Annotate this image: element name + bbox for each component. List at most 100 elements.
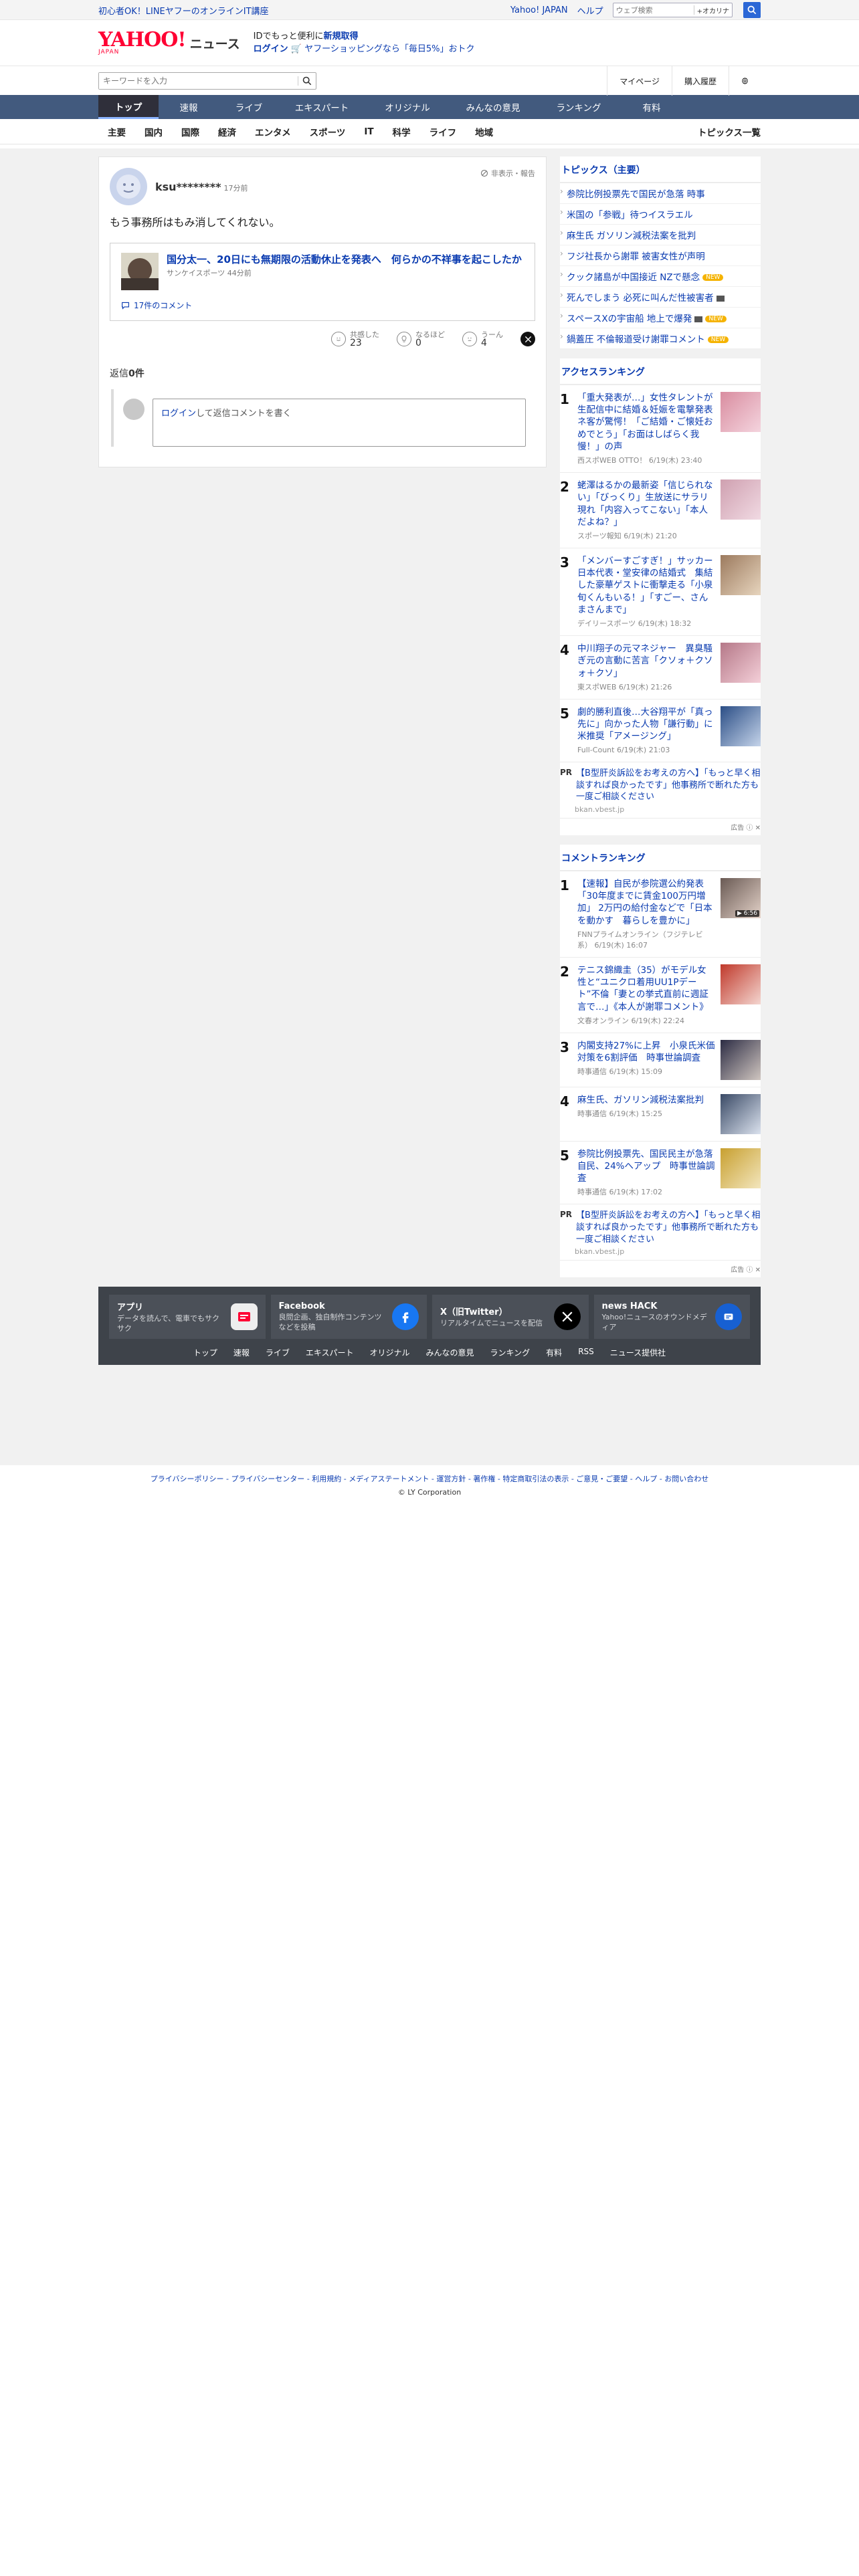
category-entertainment[interactable]: エンタメ [246,125,300,138]
ranking-item[interactable]: 1 「重大発表が…」女性タレントが生配信中に結婚＆妊娠を電撃発表 ネ客が驚愕！「… [560,385,761,473]
access-ranking-heading[interactable]: アクセスランキング [560,358,761,385]
rank-title: 「メンバーすごすぎ！」サッカー日本代表・堂安律の結婚式 集結した豪華ゲストに衝撃… [577,555,713,615]
related-article[interactable]: 国分太一、20日にも無期限の活動休止を発表へ 何らかの不祥事を起こしたか サンケ… [110,243,535,321]
reply-input[interactable]: ログインして返信コメントを書く [153,399,526,447]
share-x-button[interactable] [520,332,535,346]
ranking-item[interactable]: 4 麻生氏、ガソリン減税法案批判 時事通信 6/19(木) 15:25 [560,1087,761,1142]
keyword-search-button[interactable] [298,76,316,86]
web-search-button[interactable] [743,2,761,18]
category-science[interactable]: 科学 [383,125,420,138]
footer-link[interactable]: ライブ [266,1347,290,1358]
topic-item[interactable]: 鍋蓋圧 不倫報道受け謝罪コメントNEW [560,328,761,349]
login-link[interactable]: ログイン [254,44,288,54]
category-local[interactable]: 地域 [466,125,502,138]
rank-meta: 時事通信 6/19(木) 15:25 [577,1109,662,1118]
footer: アプリ データを読んで、電車でもサクサク Facebook 良問企画、独自制作コンテ… [98,1287,761,1366]
comment-user[interactable]: ksu******** 17分前 [155,181,248,193]
close-icon[interactable]: ✕ [755,1267,761,1274]
react-agree-button[interactable]: 共感した 23 [331,330,379,348]
footer-link[interactable]: オリジナル [370,1347,410,1358]
category-sports[interactable]: スポーツ [300,125,355,138]
ranking-item[interactable]: 4 中川翔子の元マネジャー 異臭騒ぎ元の言動に苦言「クソォ＋クソォ＋クソ」 東スポ… [560,636,761,700]
topic-text: 米国の「参戦」待つイスラエル [567,210,693,221]
react-hmm-button[interactable]: うーん 4 [462,330,503,348]
footer-app-card[interactable]: アプリ データを読んで、電車でもサクサク [109,1295,266,1339]
tab-opinions[interactable]: みんなの意見 [450,95,536,119]
footer-link[interactable]: トップ [193,1347,217,1358]
topic-item[interactable]: 米国の「参戦」待つイスラエル [560,204,761,225]
footer-newshack-card[interactable]: news HACK Yahoo!ニュースのオウンドメディア [593,1295,750,1339]
topic-item[interactable]: クック諸島が中国接近 NZで懸念NEW [560,266,761,287]
footer-link[interactable]: ニュース提供社 [610,1347,666,1358]
video-duration: ▶ 6:56 [735,910,759,918]
web-search-input[interactable] [613,5,694,15]
article-comments-link[interactable]: 17件のコメント [121,300,524,311]
tab-paid[interactable]: 有料 [622,95,682,119]
tab-top[interactable]: トップ [98,95,159,119]
smile-icon [331,332,346,346]
footer-link[interactable]: みんなの意見 [426,1347,474,1358]
tab-original[interactable]: オリジナル [365,95,450,119]
topic-item[interactable]: 麻生氏 ガソリン減税法案を批判 [560,225,761,245]
ranking-item[interactable]: 5 劇的勝利直後…大谷翔平が「真っ先に」向かった人物「謙行動」に米推奨「アメージ… [560,700,761,763]
yahoo-news-logo[interactable]: YAHOO! JAPAN ニュース [98,30,240,56]
legal-links[interactable]: プライバシーポリシー - プライバシーセンター - 利用規約 - メディアステー… [0,1465,859,1484]
category-domestic[interactable]: 国内 [135,125,172,138]
react-think-button[interactable]: なるほど 0 [397,330,445,348]
ranking-item[interactable]: 2 テニス錦織圭（35）がモデル女性と“ユニクロ着用UU1Pデート”不倫「妻との… [560,958,761,1033]
category-world[interactable]: 国際 [172,125,209,138]
react-agree-count: 23 [350,338,362,348]
kakaku-label[interactable]: +オカリナ [694,5,732,15]
ad-label[interactable]: 広告 ⓘ ✕ [560,1261,761,1277]
ranking-item[interactable]: 3 内閣支持27%に上昇 小泉氏米価対策を6割評価 時事世論調査 時事通信 6/1… [560,1033,761,1087]
article-title[interactable]: 国分太一、20日にも無期限の活動休止を発表へ 何らかの不祥事を起こしたか [167,253,522,266]
category-life[interactable]: ライフ [420,125,466,138]
reply-login-link[interactable]: ログイン [161,409,196,419]
footer-link[interactable]: 速報 [233,1347,250,1358]
topic-item[interactable]: 死んでしまう 必死に叫んだ性被害者 [560,287,761,308]
hide-report-link[interactable]: 非表示・報告 [480,168,535,179]
footer-link[interactable]: ランキング [490,1347,531,1358]
ad-label[interactable]: 広告 ⓘ ✕ [560,819,761,835]
purchase-history-link[interactable]: 購入履歴 [671,66,729,96]
footer-x-card[interactable]: X（旧Twitter） リアルタイムでニュースを配信 [432,1295,589,1339]
settings-button[interactable] [729,66,761,96]
mypage-link[interactable]: マイページ [607,66,672,96]
tab-expert[interactable]: エキスパート [279,95,365,119]
comment-ranking-heading[interactable]: コメントランキング [560,845,761,872]
tab-ranking[interactable]: ランキング [536,95,622,119]
rank-title: 【速報】自民が参院選公約発表「30年度までに賃金100万円増加」 2万円の給付金… [577,879,712,926]
video-icon [716,295,725,302]
avatar[interactable] [110,168,147,205]
topic-item[interactable]: フジ社長から謝罪 被害女性が声明 [560,245,761,266]
ranking-item[interactable]: 3 「メンバーすごすぎ！」サッカー日本代表・堂安律の結婚式 集結した豪華ゲストに… [560,548,761,637]
category-main[interactable]: 主要 [98,125,135,138]
pr-ad[interactable]: PR 【B型肝炎訴訟をお考えの方へ】「もっと早く相談すれば良かったです」他事務所で… [560,1204,761,1261]
help-link[interactable]: ヘルプ [577,4,603,17]
ranking-item[interactable]: 2 蛯澤はるかの最新姿「信じられない」「びっくり」生放送にサラリ現れ「内容入って… [560,473,761,548]
tab-live[interactable]: ライブ [219,95,279,119]
footer-link[interactable]: RSS [578,1347,594,1358]
yahoo-japan-link[interactable]: Yahoo! JAPAN [510,5,568,15]
topics-heading[interactable]: トピックス（主要） [560,156,761,183]
shopping-link[interactable]: ヤフーショッピングなら「毎日5%」おトク [304,44,474,54]
rank-number: 4 [560,642,569,659]
close-icon[interactable]: ✕ [755,825,761,832]
pr-ad[interactable]: PR 【B型肝炎訴訟をお考えの方へ】「もっと早く相談すれば良かったです」他事務所で… [560,762,761,819]
promo-link[interactable]: 初心者OK！LINEヤフーのオンラインIT講座 [98,4,269,17]
ranking-item[interactable]: 5 参院比例投票先、国民民主が急落 自民、24%へアップ 時事世論調査 時事通信 … [560,1142,761,1205]
tab-breaking[interactable]: 速報 [159,95,219,119]
category-it[interactable]: IT [355,126,383,137]
keyword-search-input[interactable] [99,73,298,89]
topics-list-link[interactable]: トピックス一覧 [698,125,761,138]
topic-item[interactable]: 参院比例投票先で国民が急落 時事 [560,183,761,204]
ranking-item[interactable]: 1 【速報】自民が参院選公約発表「30年度までに賃金100万円増加」 2万円の給… [560,871,761,958]
footer-link[interactable]: エキスパート [306,1347,354,1358]
category-economy[interactable]: 経済 [209,125,246,138]
signup-link[interactable]: 新規取得 [323,31,358,41]
footer-link[interactable]: 有料 [546,1347,562,1358]
topic-text: クック諸島が中国接近 NZで懸念 [567,272,700,283]
footer-facebook-card[interactable]: Facebook 良問企画、独自制作コンテンツなどを投稿 [270,1295,427,1339]
topic-item[interactable]: スペースXの宇宙船 地上で爆発 NEW [560,308,761,328]
react-think-count: 0 [415,338,421,348]
